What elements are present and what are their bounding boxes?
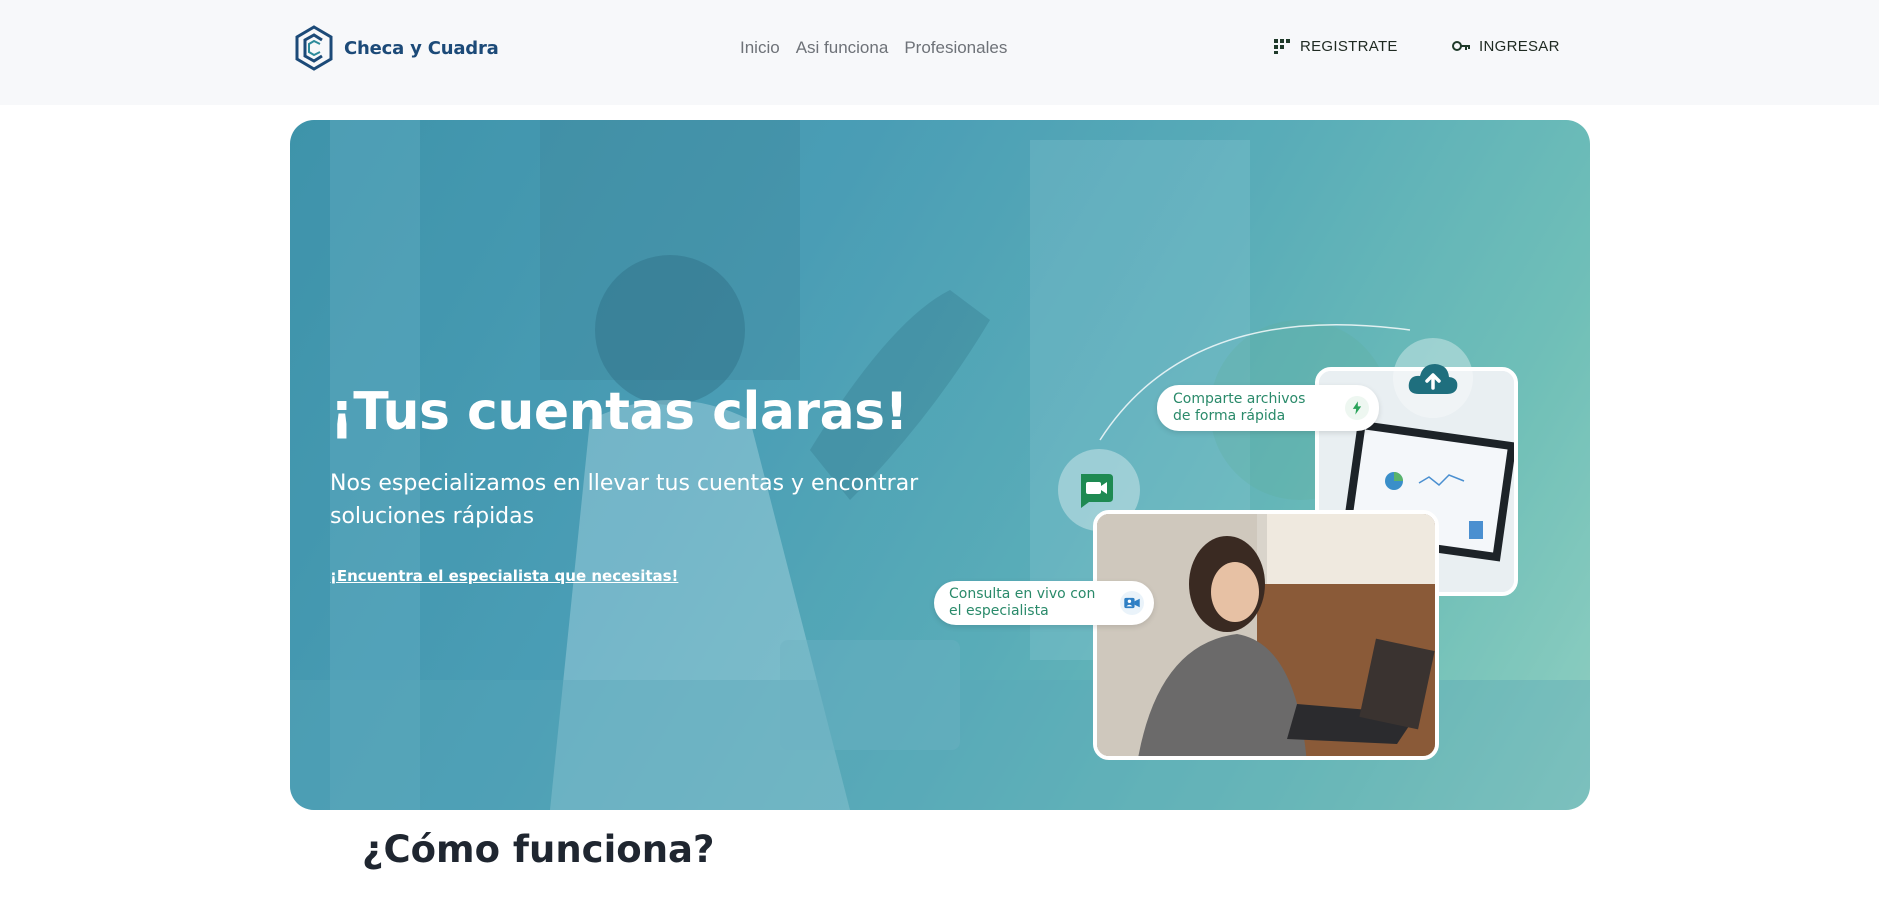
nav-item-asi-funciona[interactable]: Asi funciona bbox=[796, 38, 889, 58]
share-files-line-1: Comparte archivos bbox=[1173, 391, 1306, 407]
brand-name: Checa y Cuadra bbox=[344, 37, 499, 59]
live-consult-text: Consulta en vivo con el especialista bbox=[949, 586, 1095, 620]
main-nav: Inicio Asi funciona Profesionales bbox=[740, 38, 1007, 58]
hero-subtitle: Nos especializamos en llevar tus cuentas… bbox=[330, 471, 919, 529]
video-call-icon bbox=[1081, 474, 1113, 508]
brand[interactable]: Checa y Cuadra bbox=[294, 24, 499, 72]
login-label: INGRESAR bbox=[1479, 37, 1560, 55]
hero-banner: ¡Tus cuentas claras! Nos especializamos … bbox=[290, 120, 1590, 810]
video-person-badge bbox=[1120, 591, 1144, 615]
register-button[interactable]: REGISTRATE bbox=[1272, 37, 1398, 55]
nav-item-profesionales[interactable]: Profesionales bbox=[904, 38, 1007, 58]
nav-item-inicio[interactable]: Inicio bbox=[740, 38, 780, 58]
login-button[interactable]: INGRESAR bbox=[1451, 37, 1560, 55]
register-label: REGISTRATE bbox=[1300, 37, 1398, 55]
cloud-upload-badge bbox=[1393, 338, 1473, 418]
hero-title: ¡Tus cuentas claras! bbox=[330, 382, 908, 442]
cloud-upload-icon bbox=[1408, 364, 1458, 394]
woman-laptop-photo bbox=[1093, 510, 1439, 760]
video-person-icon bbox=[1124, 597, 1140, 609]
share-files-pill: Comparte archivos de forma rápida bbox=[1157, 385, 1379, 431]
lightning-icon bbox=[1352, 401, 1362, 415]
find-specialist-link[interactable]: ¡Encuentra el especialista que necesitas… bbox=[330, 567, 678, 585]
live-consult-pill: Consulta en vivo con el especialista bbox=[934, 581, 1154, 625]
grid-icon bbox=[1274, 39, 1290, 54]
live-consult-line-1: Consulta en vivo con bbox=[949, 586, 1096, 602]
hexagon-c-logo-icon bbox=[295, 25, 333, 71]
lightning-badge bbox=[1345, 396, 1369, 420]
live-consult-line-2: el especialista bbox=[949, 603, 1049, 619]
top-navbar: Checa y Cuadra Inicio Asi funciona Profe… bbox=[0, 0, 1879, 105]
how-it-works-title: ¿Cómo funciona? bbox=[362, 828, 715, 871]
woman-working-illustration bbox=[1097, 514, 1435, 756]
key-icon bbox=[1452, 41, 1470, 51]
share-files-line-2: de forma rápida bbox=[1173, 408, 1286, 424]
share-files-text: Comparte archivos de forma rápida bbox=[1173, 391, 1305, 425]
